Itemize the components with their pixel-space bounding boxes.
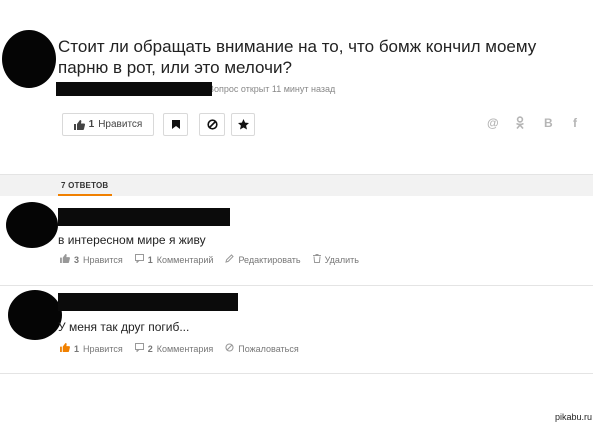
answer-author-avatar[interactable] bbox=[8, 290, 62, 340]
trash-icon bbox=[312, 254, 321, 265]
answer-like-button[interactable]: 3 Нравится bbox=[60, 254, 123, 265]
answer-delete-label: Удалить bbox=[324, 254, 359, 265]
thumbs-up-icon bbox=[60, 254, 70, 265]
answers-count-tab[interactable]: 7 ОТВЕТОВ bbox=[61, 181, 108, 190]
star-icon bbox=[237, 119, 249, 130]
share-ok-icon[interactable] bbox=[515, 116, 525, 132]
answer-like-count: 1 bbox=[74, 343, 80, 354]
answer-comments-button[interactable]: 1 Комментарий bbox=[134, 254, 214, 265]
thumbs-up-icon bbox=[73, 119, 85, 130]
answer-report-label: Пожаловаться bbox=[238, 343, 299, 354]
redacted-author-name bbox=[56, 82, 212, 96]
answer-actions: 1 Нравится 2 Комментария Пожаловаться bbox=[60, 343, 311, 354]
answer-like-label: Нравится bbox=[83, 254, 123, 265]
like-button[interactable]: 1 Нравится bbox=[62, 113, 154, 136]
favorite-button[interactable] bbox=[231, 113, 255, 136]
answer-actions: 3 Нравится 1 Комментарий Редактировать У… bbox=[60, 254, 371, 265]
bookmark-button[interactable] bbox=[163, 113, 188, 136]
answer-edit-label: Редактировать bbox=[238, 254, 301, 265]
like-count: 1 bbox=[88, 119, 95, 130]
watermark: pikabu.ru bbox=[554, 412, 592, 422]
redacted-author-name bbox=[58, 293, 238, 311]
answer-edit-button[interactable]: Редактировать bbox=[225, 254, 301, 265]
share-fb-icon[interactable]: f bbox=[573, 116, 577, 130]
comment-icon bbox=[134, 343, 144, 354]
comment-icon bbox=[134, 254, 144, 265]
answer-like-count: 3 bbox=[74, 254, 80, 265]
share-vk-icon[interactable]: B bbox=[544, 116, 553, 130]
answers-header: 7 ОТВЕТОВ bbox=[0, 174, 593, 196]
question-author-avatar[interactable] bbox=[2, 30, 56, 88]
answer-comments-label: Комментария bbox=[156, 343, 214, 354]
answer-like-button[interactable]: 1 Нравится bbox=[60, 343, 123, 354]
active-tab-underline bbox=[58, 194, 112, 196]
answer-text: У меня так друг погиб... bbox=[58, 320, 190, 334]
answer-comments-count: 1 bbox=[147, 254, 153, 265]
question-title: Стоит ли обращать внимание на то, что бо… bbox=[58, 37, 537, 77]
bookmark-icon bbox=[171, 120, 180, 129]
thumbs-up-icon bbox=[60, 343, 70, 354]
question-open-time: Вопрос открыт 11 минут назад bbox=[208, 84, 336, 94]
answer-divider bbox=[0, 285, 593, 286]
answer-comments-count: 2 bbox=[147, 343, 153, 354]
answer-divider bbox=[0, 373, 593, 374]
pencil-icon bbox=[225, 254, 235, 265]
answer-comments-label: Комментарий bbox=[156, 254, 214, 265]
answer-author-avatar[interactable] bbox=[6, 202, 58, 248]
block-button[interactable] bbox=[199, 113, 225, 136]
like-label: Нравится bbox=[98, 119, 143, 130]
report-icon bbox=[225, 343, 234, 354]
share-mail-icon[interactable]: @ bbox=[487, 116, 499, 130]
answer-delete-button[interactable]: Удалить bbox=[312, 254, 359, 265]
block-icon bbox=[206, 119, 218, 130]
answer-like-label: Нравится bbox=[83, 343, 123, 354]
answer-comments-button[interactable]: 2 Комментария bbox=[134, 343, 214, 354]
answer-text: в интересном мире я живу bbox=[58, 233, 206, 247]
redacted-author-name bbox=[58, 208, 230, 226]
answer-report-button[interactable]: Пожаловаться bbox=[225, 343, 299, 354]
